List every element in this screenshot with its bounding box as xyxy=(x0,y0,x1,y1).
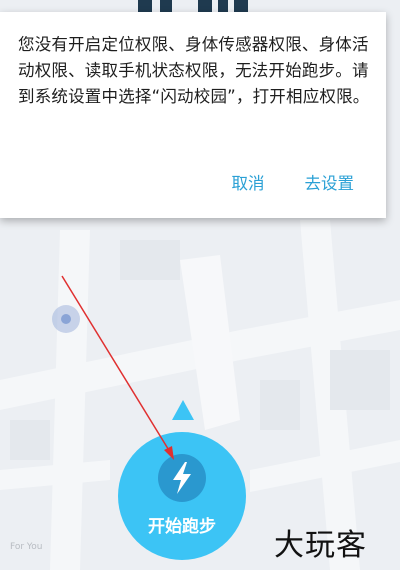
triangle-up-icon xyxy=(170,398,196,426)
permission-dialog: 您没有开启定位权限、身体传感器权限、身体活动权限、读取手机状态权限，无法开始跑步… xyxy=(0,12,386,218)
start-run-label: 开始跑步 xyxy=(148,517,216,537)
lightning-bolt-icon xyxy=(173,462,191,494)
cancel-button[interactable]: 取消 xyxy=(232,170,265,194)
dialog-actions: 取消 去设置 xyxy=(232,170,355,194)
watermark: 大玩客 xyxy=(274,528,367,563)
start-icon-circle xyxy=(158,454,206,502)
map-caption: For You xyxy=(10,542,43,552)
dialog-message: 您没有开启定位权限、身体传感器权限、身体活动权限、读取手机状态权限，无法开始跑步… xyxy=(18,35,370,106)
go-to-settings-button[interactable]: 去设置 xyxy=(305,170,355,194)
start-run-button[interactable]: 开始跑步 xyxy=(118,432,246,560)
location-dot-icon xyxy=(52,305,80,333)
